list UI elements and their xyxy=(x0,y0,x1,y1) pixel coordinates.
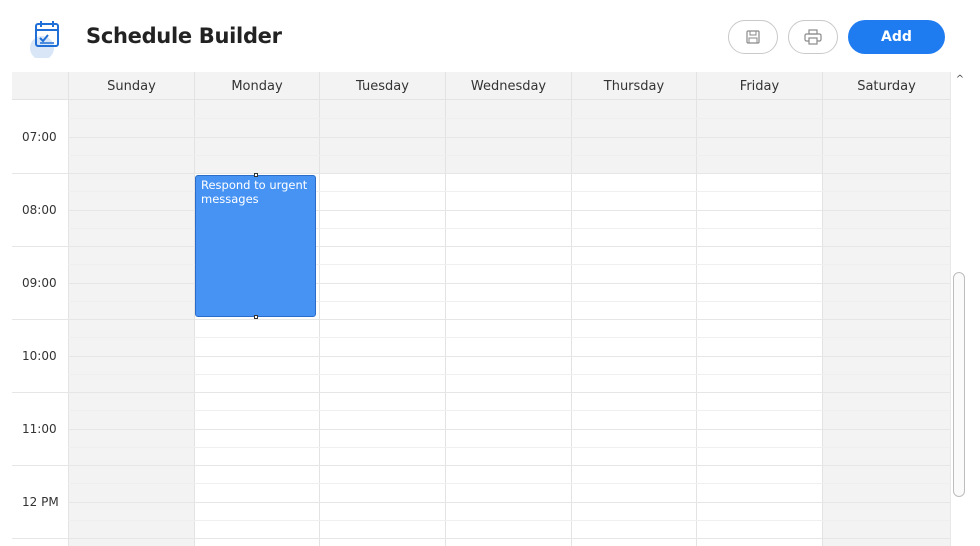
grid-line xyxy=(68,392,950,393)
time-corner xyxy=(12,72,68,100)
save-button[interactable] xyxy=(728,20,778,54)
divider xyxy=(12,392,68,393)
day-header-saturday[interactable]: Saturday xyxy=(822,72,950,100)
day-header-friday[interactable]: Friday xyxy=(696,72,822,100)
day-column-sunday[interactable] xyxy=(68,100,194,546)
printer-icon xyxy=(804,29,822,45)
day-column-tuesday[interactable] xyxy=(319,100,445,546)
day-header-tuesday[interactable]: Tuesday xyxy=(319,72,445,100)
scroll-thumb[interactable] xyxy=(953,272,965,497)
day-header-wednesday[interactable]: Wednesday xyxy=(445,72,571,100)
time-label: 09:00 xyxy=(22,276,57,290)
grid-line xyxy=(68,356,950,357)
time-column: 07:00 08:00 09:00 10:00 11:00 12 PM xyxy=(12,100,68,546)
grid-line xyxy=(68,447,950,448)
grid-line xyxy=(68,520,950,521)
divider xyxy=(12,173,68,174)
grid-line xyxy=(68,483,950,484)
grid-line xyxy=(68,155,950,156)
time-label: 12 PM xyxy=(22,495,59,509)
grid-line xyxy=(68,374,950,375)
day-header-sunday[interactable]: Sunday xyxy=(68,72,194,100)
grid-line xyxy=(68,410,950,411)
event-title: Respond to urgent messages xyxy=(201,178,308,206)
grid-line xyxy=(68,465,950,466)
divider xyxy=(12,465,68,466)
time-label: 08:00 xyxy=(22,203,57,217)
calendar-week-view: Sunday Monday Tuesday Wednesday Thursday… xyxy=(12,72,950,546)
time-label: 11:00 xyxy=(22,422,57,436)
day-header-monday[interactable]: Monday xyxy=(194,72,319,100)
divider xyxy=(12,538,68,539)
grid-line xyxy=(68,502,950,503)
grid-line xyxy=(68,538,950,539)
time-grid: 07:00 08:00 09:00 10:00 11:00 12 PM Resp… xyxy=(12,100,950,546)
event-block[interactable]: Respond to urgent messages xyxy=(195,173,316,319)
day-header-row: Sunday Monday Tuesday Wednesday Thursday… xyxy=(12,72,950,100)
add-button[interactable]: Add xyxy=(848,20,945,54)
grid-line xyxy=(68,429,950,430)
scroll-up-icon[interactable]: ^ xyxy=(954,74,966,86)
page-title: Schedule Builder xyxy=(86,24,282,48)
grid-line xyxy=(68,319,950,320)
day-column-saturday[interactable] xyxy=(822,100,950,546)
grid-line xyxy=(68,118,950,119)
header: Schedule Builder Add xyxy=(0,0,980,72)
resize-handle-top[interactable] xyxy=(254,173,258,177)
print-button[interactable] xyxy=(788,20,838,54)
calendar-logo-icon xyxy=(28,18,62,60)
time-label: 10:00 xyxy=(22,349,57,363)
divider xyxy=(12,319,68,320)
divider xyxy=(12,246,68,247)
day-column-monday[interactable] xyxy=(194,100,319,546)
grid-line xyxy=(68,337,950,338)
grid-line xyxy=(68,173,950,174)
time-label: 07:00 xyxy=(22,130,57,144)
day-column-wednesday[interactable] xyxy=(445,100,571,546)
day-header-thursday[interactable]: Thursday xyxy=(571,72,696,100)
vertical-scrollbar[interactable]: ^ xyxy=(950,72,968,546)
resize-handle-bottom[interactable] xyxy=(254,315,258,319)
save-icon xyxy=(746,30,760,44)
day-column-friday[interactable] xyxy=(696,100,822,546)
grid-line xyxy=(68,137,950,138)
day-column-thursday[interactable] xyxy=(571,100,696,546)
